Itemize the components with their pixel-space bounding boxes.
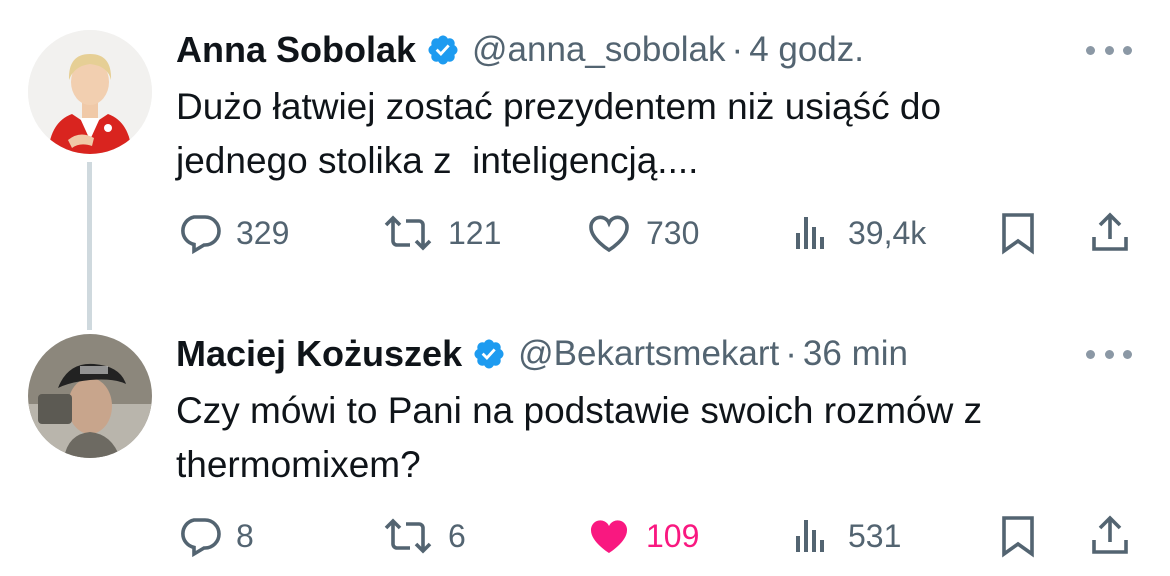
share-icon (1092, 212, 1128, 251)
more-icon[interactable] (1086, 44, 1132, 56)
author-handle[interactable]: @Bekartsmekart (518, 334, 779, 374)
action-bar: 8 6 109 531 (176, 506, 1146, 566)
reply-count: 329 (236, 214, 290, 251)
action-bar: 329 121 730 39,4k (176, 203, 1146, 263)
views-button[interactable]: 531 (788, 506, 901, 566)
more-icon[interactable] (1086, 348, 1132, 360)
views-button[interactable]: 39,4k (788, 203, 926, 263)
bookmark-icon (1002, 213, 1034, 255)
share-icon (1092, 515, 1128, 554)
reply-button[interactable]: 8 (176, 506, 254, 566)
repost-count: 121 (448, 214, 502, 251)
author-name[interactable]: Anna Sobolak (176, 29, 416, 71)
like-button[interactable]: 109 (584, 506, 699, 566)
like-icon (589, 215, 629, 253)
reply-icon (181, 518, 221, 558)
like-button[interactable]: 730 (584, 203, 699, 263)
avatar-anna-sobolak[interactable] (28, 30, 152, 154)
reply-button[interactable]: 329 (176, 203, 289, 263)
repost-icon (384, 518, 432, 554)
like-icon (590, 520, 628, 553)
like-count: 730 (646, 214, 700, 251)
author-name[interactable]: Maciej Kożuszek (176, 333, 462, 375)
separator-dot: · (785, 334, 797, 373)
avatar-maciej-kozuszek[interactable] (28, 334, 152, 458)
repost-button[interactable]: 6 (380, 506, 466, 566)
repost-button[interactable]: 121 (380, 203, 501, 263)
tweet-text: Czy mówi to Pani na podstawie swoich roz… (176, 390, 983, 485)
views-icon (796, 520, 824, 552)
timestamp[interactable]: 36 min (803, 334, 908, 374)
view-count: 531 (848, 517, 902, 554)
timestamp[interactable]: 4 godz. (749, 30, 864, 70)
reply-count: 8 (236, 517, 254, 554)
reply-icon (181, 215, 221, 255)
bookmark-button[interactable] (994, 203, 1042, 263)
share-button[interactable] (1086, 203, 1134, 263)
tweet-header: Maciej Kożuszek @Bekartsmekart · 36 min (176, 332, 908, 376)
share-button[interactable] (1086, 506, 1134, 566)
tweet-header: Anna Sobolak @anna_sobolak · 4 godz. (176, 28, 864, 72)
verified-icon (474, 339, 504, 369)
separator-dot: · (731, 30, 744, 69)
author-handle[interactable]: @anna_sobolak (472, 30, 726, 70)
like-count: 109 (646, 517, 700, 554)
bookmark-icon (1002, 516, 1034, 558)
views-icon (796, 217, 824, 249)
verified-icon (428, 35, 458, 65)
tweet-text: Dużo łatwiej zostać prezydentem niż usią… (176, 86, 942, 181)
repost-count: 6 (448, 517, 466, 554)
bookmark-button[interactable] (994, 506, 1042, 566)
tweet-1[interactable]: Anna Sobolak @anna_sobolak · 4 godz. Duż… (0, 0, 1170, 290)
view-count: 39,4k (848, 214, 927, 251)
repost-icon (384, 215, 432, 251)
